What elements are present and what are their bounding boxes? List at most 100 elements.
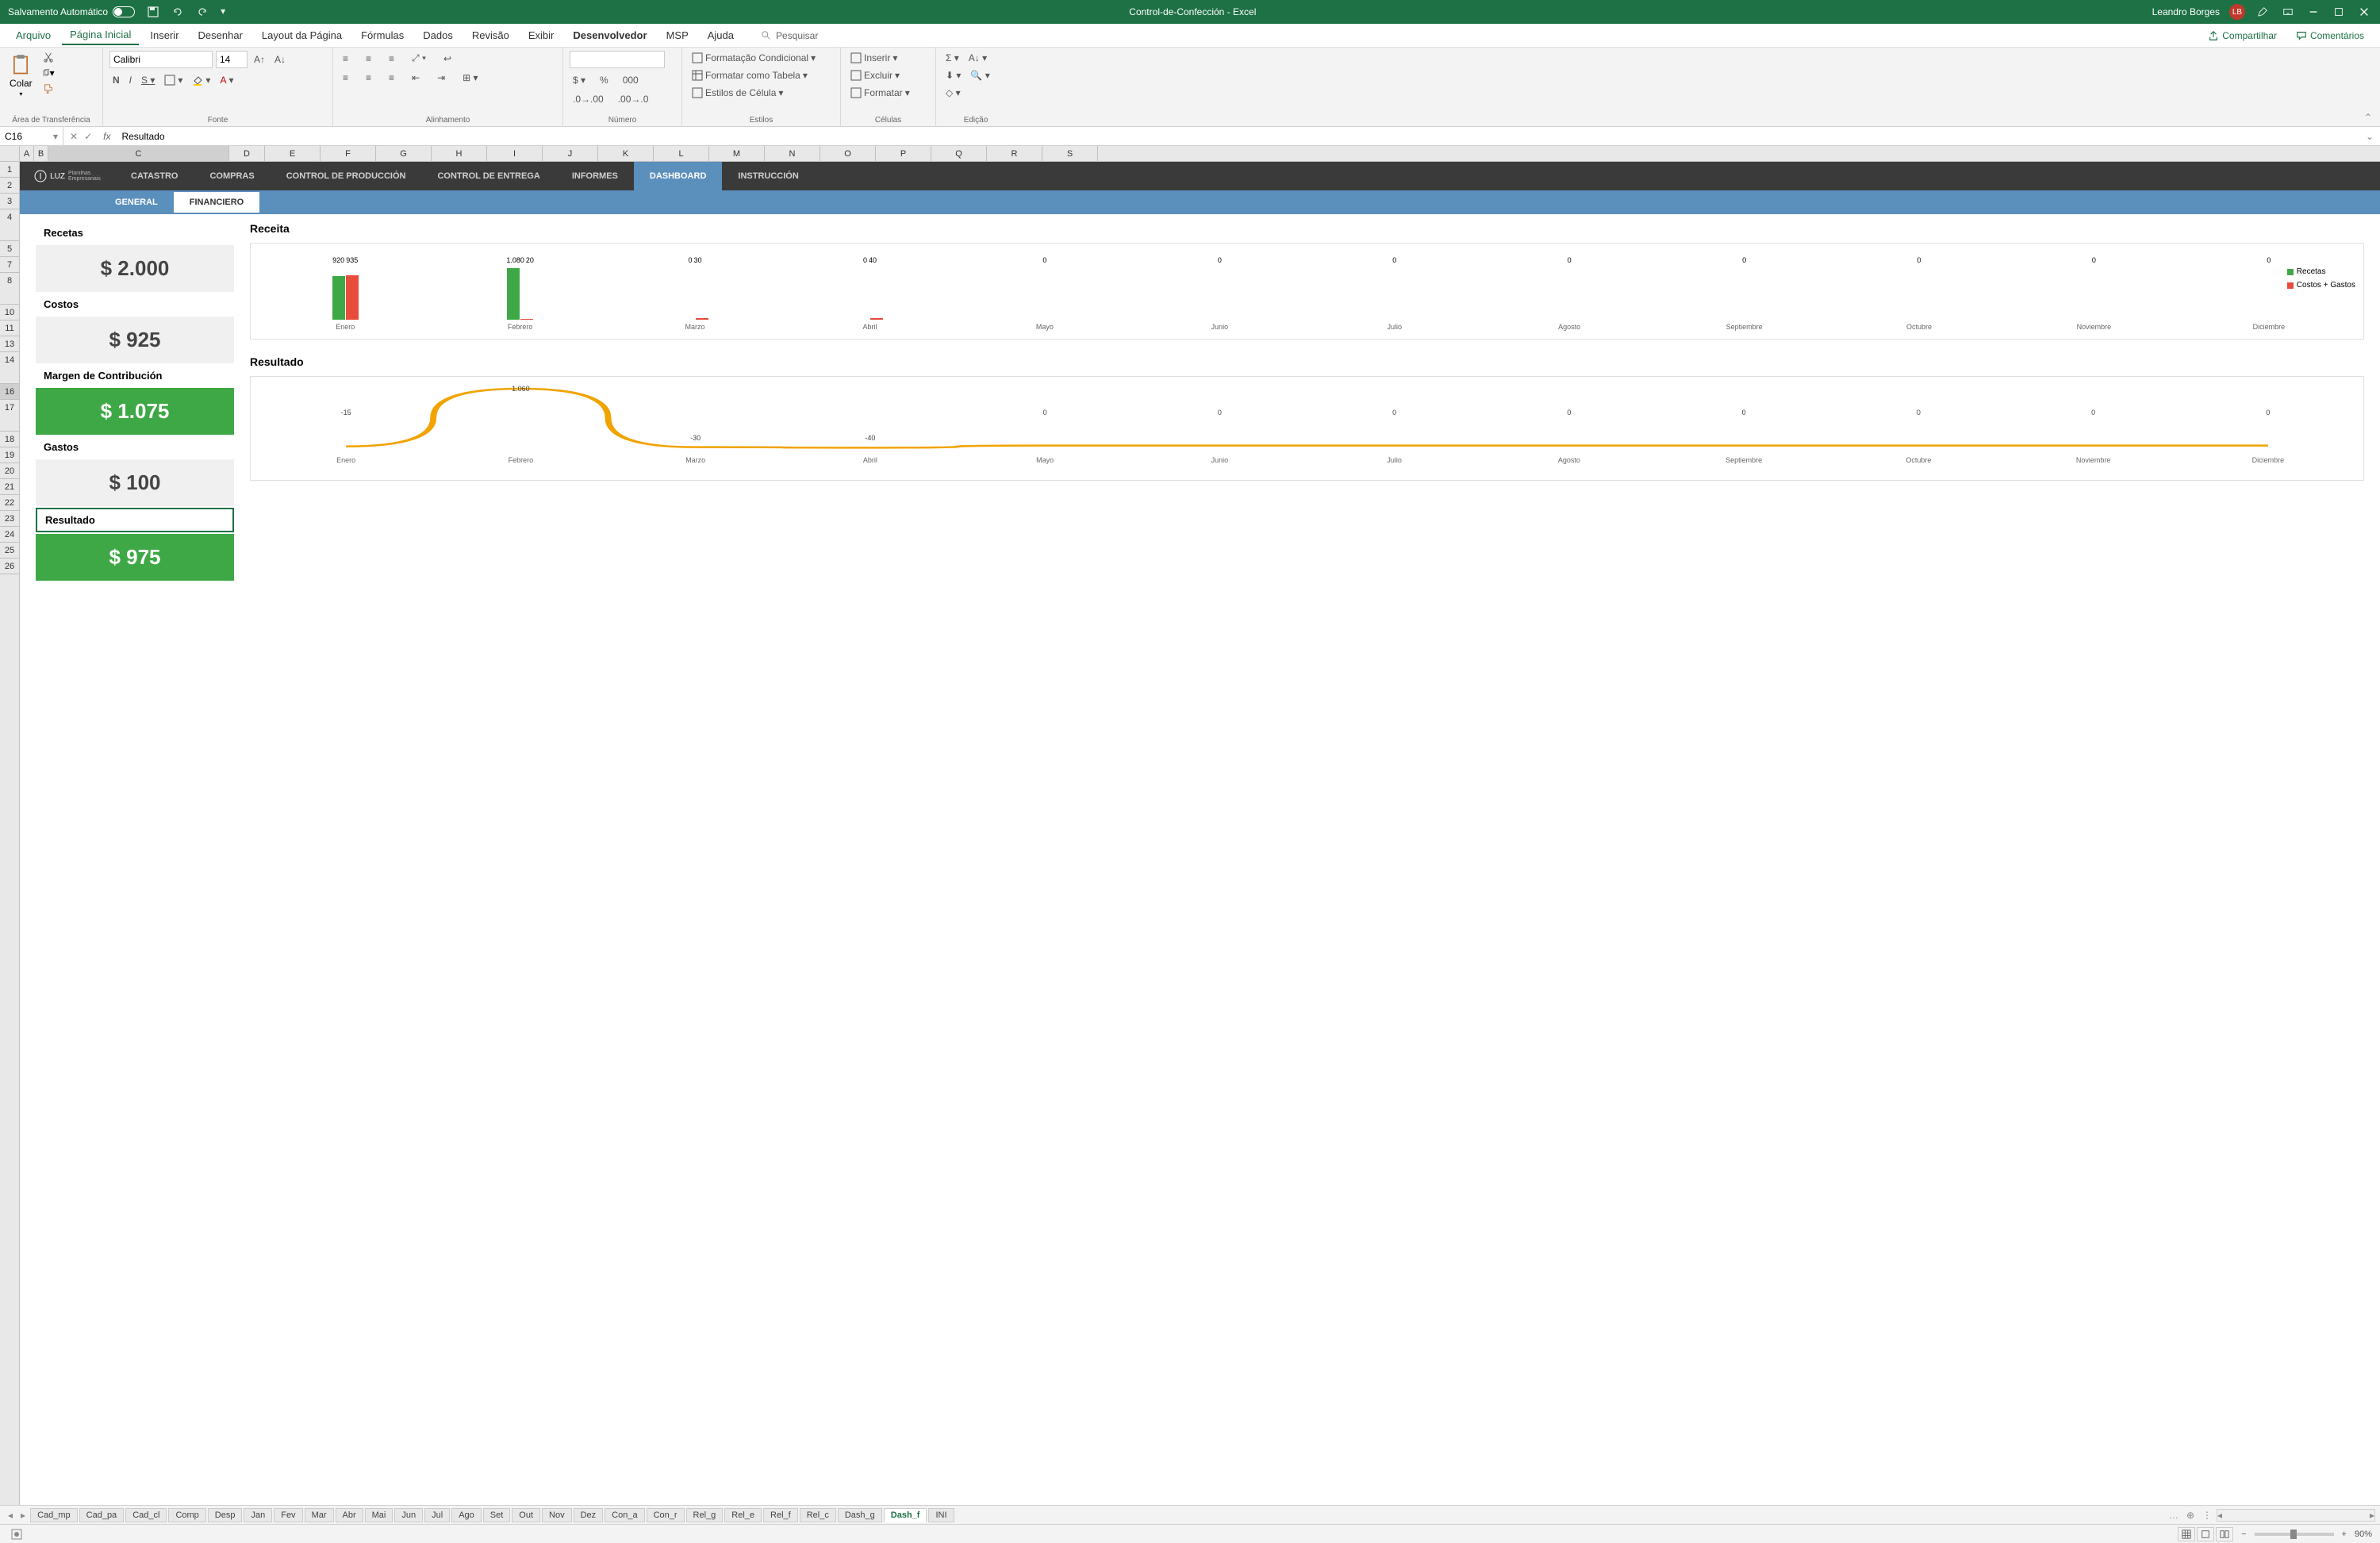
menu-ajuda[interactable]: Ajuda xyxy=(700,26,742,44)
user-avatar[interactable]: LB xyxy=(2229,4,2245,20)
row-header-17[interactable]: 17 xyxy=(0,400,19,432)
column-header-F[interactable]: F xyxy=(321,146,376,161)
row-header-13[interactable]: 13 xyxy=(0,336,19,352)
view-page-break-icon[interactable] xyxy=(2216,1527,2233,1541)
menu-arquivo[interactable]: Arquivo xyxy=(8,26,59,44)
sheet-tab-Ago[interactable]: Ago xyxy=(451,1508,482,1522)
currency-icon[interactable]: $ ▾ xyxy=(570,73,589,87)
formula-input[interactable] xyxy=(115,131,2359,142)
sheet-tab-Rel_f[interactable]: Rel_f xyxy=(763,1508,798,1522)
insert-cells-button[interactable]: Inserir ▾ xyxy=(847,51,900,65)
select-all-corner[interactable] xyxy=(0,146,20,162)
delete-cells-button[interactable]: Excluir ▾ xyxy=(847,68,903,83)
column-header-Q[interactable]: Q xyxy=(931,146,987,161)
menu-desenhar[interactable]: Desenhar xyxy=(190,26,251,44)
row-header-14[interactable]: 14 xyxy=(0,352,19,384)
column-header-R[interactable]: R xyxy=(987,146,1042,161)
cell-styles-button[interactable]: Estilos de Célula ▾ xyxy=(689,86,786,100)
align-top-icon[interactable]: ≡ xyxy=(340,52,351,66)
row-header-24[interactable]: 24 xyxy=(0,527,19,543)
row-header-5[interactable]: 5 xyxy=(0,241,19,257)
nav-produccion[interactable]: CONTROL DE PRODUCCIÓN xyxy=(271,162,422,190)
sheet-tab-Jun[interactable]: Jun xyxy=(394,1508,423,1522)
sheet-tab-Con_r[interactable]: Con_r xyxy=(647,1508,685,1522)
align-center-icon[interactable]: ≡ xyxy=(363,71,374,85)
copy-icon[interactable]: ▾ xyxy=(42,67,55,79)
row-header-21[interactable]: 21 xyxy=(0,479,19,495)
decrease-font-icon[interactable]: A↓ xyxy=(271,52,289,67)
expand-formula-icon[interactable]: ⌄ xyxy=(2359,131,2380,142)
sheet-tab-Dash_f[interactable]: Dash_f xyxy=(884,1508,927,1522)
collapse-ribbon-icon[interactable]: ⌃ xyxy=(2364,112,2372,123)
row-header-25[interactable]: 25 xyxy=(0,543,19,558)
chart-receita[interactable]: Receita 920935 Enero1.08020 Febrero030 M… xyxy=(250,222,2364,340)
column-header-I[interactable]: I xyxy=(487,146,543,161)
format-cells-button[interactable]: Formatar ▾ xyxy=(847,86,913,100)
view-normal-icon[interactable] xyxy=(2178,1527,2195,1541)
sheet-tab-Jan[interactable]: Jan xyxy=(244,1508,272,1522)
row-header-8[interactable]: 8 xyxy=(0,273,19,305)
minimize-icon[interactable] xyxy=(2305,4,2321,20)
column-header-J[interactable]: J xyxy=(543,146,598,161)
align-bottom-icon[interactable]: ≡ xyxy=(386,52,397,66)
column-header-C[interactable]: C xyxy=(48,146,229,161)
menu-revisao[interactable]: Revisão xyxy=(464,26,517,44)
row-header-20[interactable]: 20 xyxy=(0,463,19,479)
row-header-10[interactable]: 10 xyxy=(0,305,19,320)
merge-icon[interactable]: ⊞ ▾ xyxy=(459,71,481,85)
bold-button[interactable]: N xyxy=(109,73,123,87)
sheet-tab-Jul[interactable]: Jul xyxy=(424,1508,450,1522)
column-header-N[interactable]: N xyxy=(765,146,820,161)
format-table-button[interactable]: Formatar como Tabela ▾ xyxy=(689,68,811,83)
menu-dados[interactable]: Dados xyxy=(415,26,461,44)
fill-color-icon[interactable]: ▾ xyxy=(189,73,213,87)
sheet-tab-Comp[interactable]: Comp xyxy=(168,1508,205,1522)
tab-options[interactable]: ⋮ xyxy=(2199,1510,2215,1521)
accept-formula-icon[interactable]: ✓ xyxy=(84,131,92,142)
sheet-tab-Out[interactable]: Out xyxy=(512,1508,540,1522)
row-header-16[interactable]: 16 xyxy=(0,384,19,400)
sheet-tab-Fev[interactable]: Fev xyxy=(274,1508,302,1522)
column-header-B[interactable]: B xyxy=(34,146,48,161)
search-box[interactable]: Pesquisar xyxy=(761,30,818,41)
menu-msp[interactable]: MSP xyxy=(658,26,697,44)
sort-filter-icon[interactable]: A↓ ▾ xyxy=(965,51,990,65)
sheet-tab-Con_a[interactable]: Con_a xyxy=(605,1508,644,1522)
sheet-tab-Desp[interactable]: Desp xyxy=(208,1508,243,1522)
italic-button[interactable]: I xyxy=(126,73,135,87)
conditional-format-button[interactable]: Formatação Condicional ▾ xyxy=(689,51,819,65)
sub-general[interactable]: GENERAL xyxy=(99,192,174,213)
zoom-out-icon[interactable]: − xyxy=(2241,1530,2246,1539)
sheet-tab-Rel_g[interactable]: Rel_g xyxy=(686,1508,724,1522)
view-page-layout-icon[interactable] xyxy=(2197,1527,2214,1541)
increase-decimal-icon[interactable]: .0→.00 xyxy=(570,92,607,106)
zoom-slider[interactable] xyxy=(2255,1533,2334,1536)
menu-formulas[interactable]: Fórmulas xyxy=(353,26,412,44)
row-header-23[interactable]: 23 xyxy=(0,511,19,527)
column-header-M[interactable]: M xyxy=(709,146,765,161)
comments-button[interactable]: Comentários xyxy=(2288,27,2372,44)
column-header-L[interactable]: L xyxy=(654,146,709,161)
increase-font-icon[interactable]: A↑ xyxy=(251,52,268,67)
nav-informes[interactable]: INFORMES xyxy=(556,162,634,190)
horizontal-scrollbar[interactable]: ◂ ▸ xyxy=(2217,1509,2375,1522)
pencil-icon[interactable] xyxy=(2255,4,2271,20)
close-icon[interactable] xyxy=(2356,4,2372,20)
autosave-toggle[interactable]: Salvamento Automático xyxy=(8,6,135,17)
redo-icon[interactable] xyxy=(196,6,209,18)
toggle-switch[interactable] xyxy=(113,6,135,17)
align-right-icon[interactable]: ≡ xyxy=(386,71,397,85)
number-format-select[interactable] xyxy=(570,51,665,68)
column-header-O[interactable]: O xyxy=(820,146,876,161)
fill-icon[interactable]: ⬇ ▾ xyxy=(942,68,964,83)
nav-compras[interactable]: COMPRAS xyxy=(194,162,270,190)
column-header-D[interactable]: D xyxy=(229,146,265,161)
name-box[interactable]: C16▾ xyxy=(0,127,63,145)
chart-resultado[interactable]: Resultado -151.060-30-4000000000 EneroFe… xyxy=(250,355,2364,481)
column-header-S[interactable]: S xyxy=(1042,146,1098,161)
row-header-3[interactable]: 3 xyxy=(0,194,19,209)
maximize-icon[interactable] xyxy=(2331,4,2347,20)
tab-more[interactable]: … xyxy=(2166,1510,2182,1521)
sheet-tab-Mai[interactable]: Mai xyxy=(365,1508,393,1522)
row-header-11[interactable]: 11 xyxy=(0,320,19,336)
